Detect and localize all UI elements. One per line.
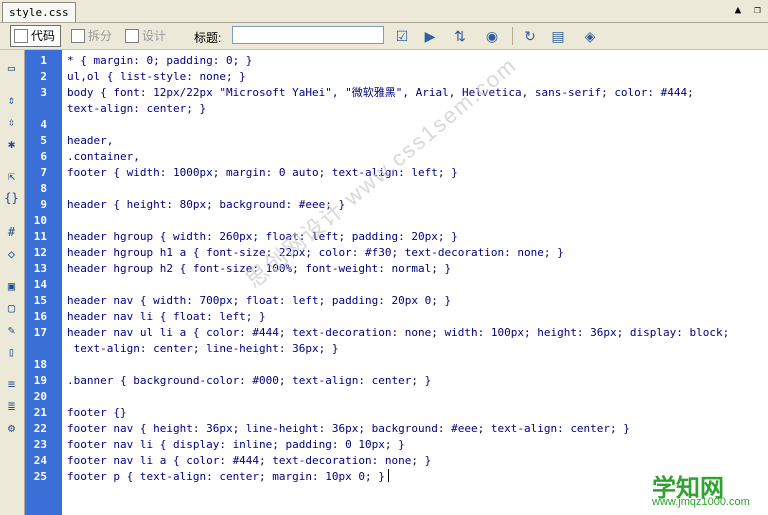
remove-comment-icon[interactable]: ▢ [3,300,20,317]
code-line[interactable]: text-align: center; } [67,101,206,117]
balance-braces-icon[interactable]: {} [3,190,20,207]
coding-toolbar: ▭ ⇕ ⇳ ✱ ⇱ {} # ◇ ▣ ▢ ✎ ▯ ≡ ≣ ⚙ [0,50,25,515]
design-view-button[interactable]: 设计 [121,25,172,47]
line-number: 9 [40,198,47,211]
code-line[interactable]: footer {} [67,405,127,421]
line-number: 17 [33,326,47,339]
code-line[interactable]: header nav li { float: left; } [67,309,266,325]
brand-url-watermark: www.jmqz1000.com [652,496,750,508]
code-line-current[interactable]: footer p { text-align: center; margin: 1… [67,469,389,485]
document-tab-bar: style.css ▲ ❐ [0,0,768,23]
line-number: 2 [40,70,47,83]
line-number: 1 [40,54,47,67]
split-view-button[interactable]: 拆分 [67,25,118,47]
maximize-icon[interactable]: ❐ [751,3,764,16]
code-line[interactable]: footer p { text-align: center; margin: 1… [67,470,385,483]
recent-snippets-icon[interactable]: ▯ [3,344,20,361]
line-number-gutter: 1 2 3 4 5 6 7 8 9 10 11 12 13 14 15 16 1… [25,50,62,515]
line-number: 21 [33,406,47,419]
indent-icon[interactable]: ≡ [3,376,20,393]
code-line[interactable]: .banner { background-color: #000; text-a… [67,373,431,389]
split-view-label: 拆分 [88,29,113,43]
apply-comment-icon[interactable]: ▣ [3,278,20,295]
code-line[interactable]: header hgroup { width: 260px; float: lef… [67,229,458,245]
code-line[interactable]: footer nav li { display: inline; padding… [67,437,405,453]
line-number: 10 [33,214,47,227]
line-number: 25 [33,470,47,483]
collapse-tag-icon[interactable]: ⇕ [3,92,20,109]
code-line[interactable]: text-align: center; line-height: 36px; } [67,341,339,357]
line-number: 20 [33,390,47,403]
code-view-label: 代码 [31,29,56,43]
line-number: 3 [40,86,47,99]
code-line[interactable]: header hgroup h1 a { font-size: 22px; co… [67,245,564,261]
browser-compat-icon[interactable]: ☑ [392,27,412,45]
line-number: 19 [33,374,47,387]
text-caret [387,469,389,482]
format-source-icon[interactable]: ⚙ [3,420,20,437]
document-toolbar: 代码 拆分 设计 标题: ☑ ▶ ⇅ ◉ ↻ ▤ ◈ [0,23,768,50]
restore-icon[interactable]: ▲ [731,3,744,16]
line-number: 6 [40,150,47,163]
code-line[interactable]: .container, [67,149,140,165]
code-view-button[interactable]: 代码 [10,25,62,47]
line-number: 12 [33,246,47,259]
line-number: 24 [33,454,47,467]
visual-aids-icon[interactable]: ◈ [580,27,600,45]
line-number: 22 [33,422,47,435]
split-view-icon [71,29,85,43]
window-controls: ▲ ❐ [731,3,764,16]
code-line[interactable]: footer nav { height: 36px; line-height: … [67,421,630,437]
line-number: 8 [40,182,47,195]
line-number: 23 [33,438,47,451]
tab-style-css[interactable]: style.css [2,2,76,22]
code-line[interactable]: ul,ol { list-style: none; } [67,69,246,85]
title-input[interactable] [232,26,384,44]
line-number: 14 [33,278,47,291]
view-options-icon[interactable]: ▤ [548,27,568,45]
file-transfer-icon[interactable]: ⇅ [450,27,470,45]
line-number: 15 [33,294,47,307]
refresh-icon[interactable]: ↻ [520,27,540,45]
line-number: 13 [33,262,47,275]
line-number: 11 [33,230,47,243]
design-view-icon [125,29,139,43]
toolbar-divider [512,27,513,45]
code-line[interactable]: * { margin: 0; padding: 0; } [67,53,252,69]
highlight-invalid-icon[interactable]: ◇ [3,246,20,263]
line-number: 5 [40,134,47,147]
code-view-icon [14,29,28,43]
code-line[interactable]: footer nav li a { color: #444; text-deco… [67,453,431,469]
expand-all-icon[interactable]: ✱ [3,136,20,153]
wrap-tag-icon[interactable]: ✎ [3,322,20,339]
code-line[interactable]: header nav { width: 700px; float: left; … [67,293,451,309]
open-documents-icon[interactable]: ▭ [3,60,20,77]
code-line[interactable]: header { height: 80px; background: #eee;… [67,197,345,213]
line-number: 18 [33,358,47,371]
code-line[interactable]: header, [67,133,113,149]
line-number: 7 [40,166,47,179]
line-number: 4 [40,118,47,131]
select-parent-tag-icon[interactable]: ⇱ [3,168,20,185]
line-numbers-icon[interactable]: # [3,224,20,241]
collapse-selection-icon[interactable]: ⇳ [3,114,20,131]
outdent-icon[interactable]: ≣ [3,398,20,415]
title-label: 标题: [194,31,222,45]
globe-icon[interactable]: ◉ [482,27,502,45]
code-line[interactable]: header nav ul li a { color: #444; text-d… [67,325,729,341]
design-view-label: 设计 [142,29,167,43]
code-line[interactable]: body { font: 12px/22px "Microsoft YaHei"… [67,85,694,101]
preview-icon[interactable]: ▶ [420,27,440,45]
line-number: 16 [33,310,47,323]
